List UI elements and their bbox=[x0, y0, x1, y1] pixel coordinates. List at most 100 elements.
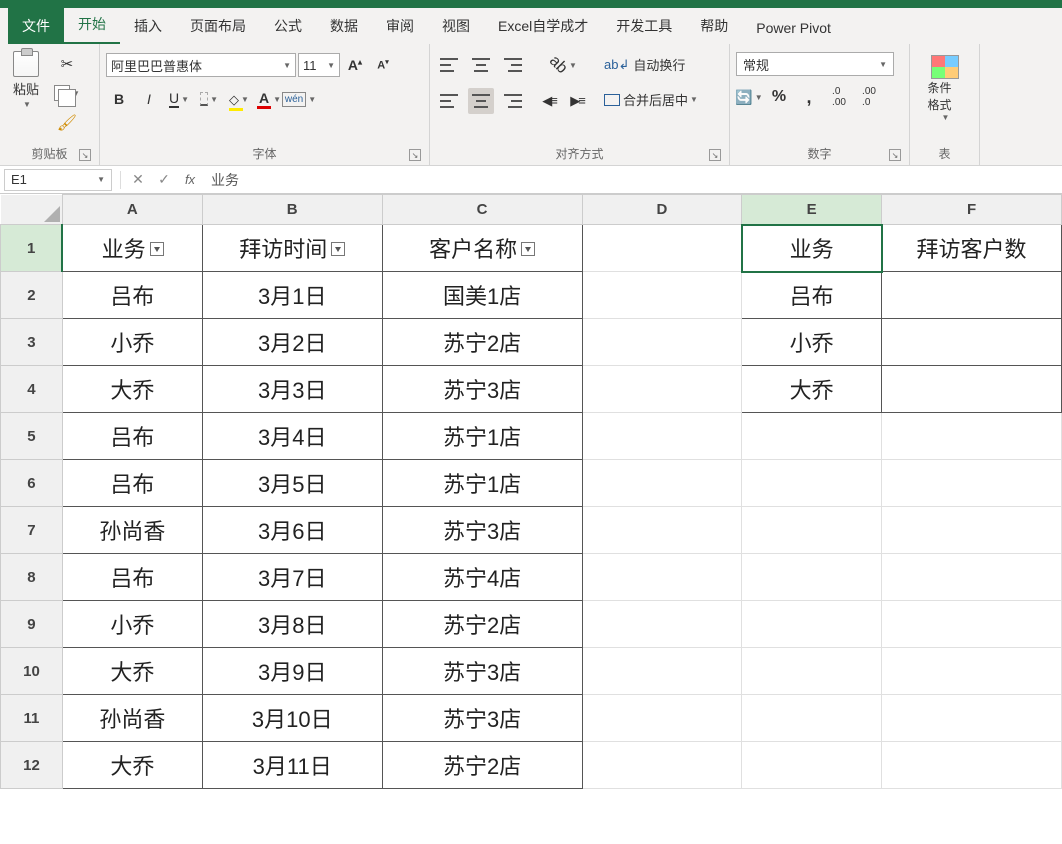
fx-button[interactable]: fx bbox=[177, 169, 203, 191]
cell-D7[interactable] bbox=[582, 507, 742, 554]
cell-F7[interactable] bbox=[882, 507, 1062, 554]
cell-D3[interactable] bbox=[582, 319, 742, 366]
cell-C2[interactable]: 国美1店 bbox=[382, 272, 582, 319]
tab-powerpivot[interactable]: Power Pivot bbox=[742, 12, 845, 44]
col-header-C[interactable]: C bbox=[382, 195, 582, 225]
bold-button[interactable]: B bbox=[106, 86, 132, 112]
tab-layout[interactable]: 页面布局 bbox=[176, 8, 260, 44]
increase-indent-button[interactable]: ▶≡ bbox=[564, 88, 590, 114]
decrease-decimal-button[interactable]: .00.0 bbox=[856, 84, 882, 110]
cell-A2[interactable]: 吕布 bbox=[62, 272, 202, 319]
cell-D2[interactable] bbox=[582, 272, 742, 319]
cell-C6[interactable]: 苏宁1店 bbox=[382, 460, 582, 507]
cell-D12[interactable] bbox=[582, 742, 742, 789]
accept-formula-button[interactable]: ✓ bbox=[151, 169, 177, 191]
format-painter-button[interactable]: 🖌 bbox=[53, 110, 81, 136]
cell-F1[interactable]: 拜访客户数 bbox=[882, 225, 1062, 272]
cell-C7[interactable]: 苏宁3店 bbox=[382, 507, 582, 554]
row-header-11[interactable]: 11 bbox=[1, 695, 63, 742]
tab-help[interactable]: 帮助 bbox=[686, 8, 742, 44]
align-left-button[interactable] bbox=[436, 88, 462, 114]
row-header-4[interactable]: 4 bbox=[1, 366, 63, 413]
cell-E2[interactable]: 吕布 bbox=[742, 272, 882, 319]
paste-button[interactable]: 粘贴 ▼ bbox=[6, 48, 46, 112]
col-header-B[interactable]: B bbox=[202, 195, 382, 225]
cell-E4[interactable]: 大乔 bbox=[742, 366, 882, 413]
cell-E1[interactable]: 业务 bbox=[742, 225, 882, 272]
merge-center-button[interactable]: 合并后居中▼ bbox=[600, 87, 702, 112]
cell-C8[interactable]: 苏宁4店 bbox=[382, 554, 582, 601]
cell-B3[interactable]: 3月2日 bbox=[202, 319, 382, 366]
cell-B11[interactable]: 3月10日 bbox=[202, 695, 382, 742]
cell-B10[interactable]: 3月9日 bbox=[202, 648, 382, 695]
filter-button[interactable] bbox=[150, 242, 164, 256]
cell-D10[interactable] bbox=[582, 648, 742, 695]
dialog-launcher-icon[interactable]: ↘ bbox=[409, 149, 421, 161]
cell-A9[interactable]: 小乔 bbox=[62, 601, 202, 648]
decrease-indent-button[interactable]: ◀≡ bbox=[536, 88, 562, 114]
dialog-launcher-icon[interactable]: ↘ bbox=[79, 149, 91, 161]
tab-file[interactable]: 文件 bbox=[8, 8, 64, 44]
cell-D11[interactable] bbox=[582, 695, 742, 742]
cell-C11[interactable]: 苏宁3店 bbox=[382, 695, 582, 742]
cell-E10[interactable] bbox=[742, 648, 882, 695]
cell-F11[interactable] bbox=[882, 695, 1062, 742]
cell-A11[interactable]: 孙尚香 bbox=[62, 695, 202, 742]
row-header-1[interactable]: 1 bbox=[1, 225, 63, 272]
cell-E12[interactable] bbox=[742, 742, 882, 789]
dialog-launcher-icon[interactable]: ↘ bbox=[889, 149, 901, 161]
tab-insert[interactable]: 插入 bbox=[120, 8, 176, 44]
cell-D9[interactable] bbox=[582, 601, 742, 648]
formula-input[interactable]: 业务 bbox=[203, 170, 1062, 190]
cell-F8[interactable] bbox=[882, 554, 1062, 601]
comma-button[interactable]: , bbox=[796, 84, 822, 110]
cell-F12[interactable] bbox=[882, 742, 1062, 789]
col-header-E[interactable]: E bbox=[742, 195, 882, 225]
phonetic-button[interactable]: wén▼ bbox=[286, 86, 312, 112]
align-middle-button[interactable] bbox=[468, 52, 494, 78]
font-name-select[interactable]: 阿里巴巴普惠体▼ bbox=[106, 53, 296, 77]
cell-A1[interactable]: 业务 bbox=[62, 225, 202, 272]
cell-D4[interactable] bbox=[582, 366, 742, 413]
cell-B4[interactable]: 3月3日 bbox=[202, 366, 382, 413]
spreadsheet-grid[interactable]: ABCDEF1业务拜访时间客户名称业务拜访客户数2吕布3月1日国美1店吕布3小乔… bbox=[0, 194, 1062, 789]
row-header-2[interactable]: 2 bbox=[1, 272, 63, 319]
dialog-launcher-icon[interactable]: ↘ bbox=[709, 149, 721, 161]
align-center-button[interactable] bbox=[468, 88, 494, 114]
cell-A5[interactable]: 吕布 bbox=[62, 413, 202, 460]
cell-A6[interactable]: 吕布 bbox=[62, 460, 202, 507]
cell-A8[interactable]: 吕布 bbox=[62, 554, 202, 601]
cell-B2[interactable]: 3月1日 bbox=[202, 272, 382, 319]
cell-F6[interactable] bbox=[882, 460, 1062, 507]
increase-font-button[interactable]: A▴ bbox=[342, 52, 368, 78]
wrap-text-button[interactable]: ab↲自动换行 bbox=[600, 52, 689, 77]
italic-button[interactable]: I bbox=[136, 86, 162, 112]
tab-developer[interactable]: 开发工具 bbox=[602, 8, 686, 44]
filter-button[interactable] bbox=[521, 242, 535, 256]
percent-button[interactable]: % bbox=[766, 84, 792, 110]
cell-C10[interactable]: 苏宁3店 bbox=[382, 648, 582, 695]
border-button[interactable]: ▼ bbox=[196, 86, 222, 112]
cell-C5[interactable]: 苏宁1店 bbox=[382, 413, 582, 460]
cell-E8[interactable] bbox=[742, 554, 882, 601]
select-all-corner[interactable] bbox=[1, 195, 63, 225]
row-header-6[interactable]: 6 bbox=[1, 460, 63, 507]
cell-A4[interactable]: 大乔 bbox=[62, 366, 202, 413]
row-header-8[interactable]: 8 bbox=[1, 554, 63, 601]
cell-B8[interactable]: 3月7日 bbox=[202, 554, 382, 601]
cell-B12[interactable]: 3月11日 bbox=[202, 742, 382, 789]
row-header-12[interactable]: 12 bbox=[1, 742, 63, 789]
cell-F2[interactable] bbox=[882, 272, 1062, 319]
cell-B1[interactable]: 拜访时间 bbox=[202, 225, 382, 272]
cell-E5[interactable] bbox=[742, 413, 882, 460]
tab-data[interactable]: 数据 bbox=[316, 8, 372, 44]
cell-F9[interactable] bbox=[882, 601, 1062, 648]
number-format-select[interactable]: 常规▼ bbox=[736, 52, 894, 76]
cell-E3[interactable]: 小乔 bbox=[742, 319, 882, 366]
cell-F10[interactable] bbox=[882, 648, 1062, 695]
col-header-F[interactable]: F bbox=[882, 195, 1062, 225]
cell-B9[interactable]: 3月8日 bbox=[202, 601, 382, 648]
cell-D6[interactable] bbox=[582, 460, 742, 507]
tab-home[interactable]: 开始 bbox=[64, 6, 120, 44]
align-top-button[interactable] bbox=[436, 52, 462, 78]
